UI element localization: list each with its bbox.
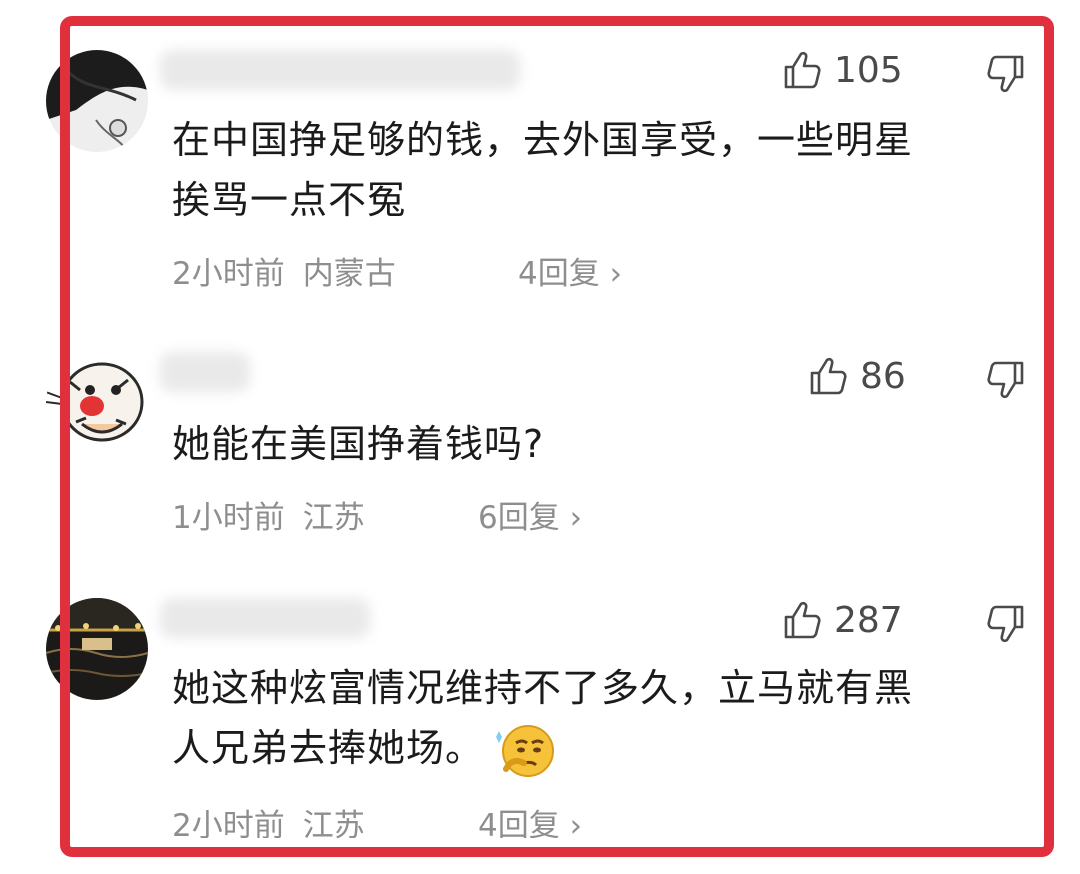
comment-meta-3: 2小时前 江苏 4回复 ›	[172, 800, 582, 838]
comment-meta-1: 2小时前 内蒙古 4回复 ›	[172, 248, 622, 293]
username-2-blurred[interactable]	[160, 352, 250, 392]
replies-link-1[interactable]: 4回复 ›	[518, 248, 622, 293]
comment-text-line: 人兄弟去捧她场。	[172, 726, 485, 770]
thumbs-up-icon	[784, 601, 821, 639]
avatar-3[interactable]	[46, 598, 148, 700]
replies-link-3[interactable]: 4回复 ›	[478, 800, 582, 838]
thinking-emoji	[496, 724, 555, 777]
thumbs-up-icon	[810, 357, 847, 395]
thumbs-down-icon[interactable]	[984, 358, 1028, 402]
like-count-2: 86	[860, 355, 906, 397]
like-button-2[interactable]: 86	[806, 354, 906, 398]
like-button-1[interactable]: 105	[780, 48, 903, 92]
location: 江苏	[302, 808, 365, 838]
comment-text-line: 在中国挣足够的钱，去外国享受，一些明星	[172, 118, 914, 162]
comment-text-1: 在中国挣足够的钱，去外国享受，一些明星 挨骂一点不冤	[172, 112, 1032, 228]
replies-link-2[interactable]: 6回复 ›	[478, 492, 582, 537]
username-1-blurred[interactable]	[160, 50, 520, 90]
thumbs-down-icon[interactable]	[984, 52, 1028, 96]
comment-text-3: 她这种炫富情况维持不了多久，立马就有黑 人兄弟去捧她场。	[172, 660, 1032, 781]
timestamp: 1小时前	[172, 500, 285, 536]
comment-text-line-with-emoji: 人兄弟去捧她场。	[172, 720, 1032, 781]
location: 内蒙古	[302, 256, 396, 292]
thumbs-down-icon[interactable]	[984, 602, 1028, 646]
like-count-1: 105	[834, 49, 903, 91]
avatar-1[interactable]	[46, 50, 148, 152]
comment-text-2: 她能在美国挣着钱吗?	[172, 416, 1032, 472]
thumbs-up-icon	[784, 51, 821, 89]
like-count-3: 287	[834, 599, 903, 641]
username-3-blurred[interactable]	[160, 598, 370, 638]
comment-text-line: 她能在美国挣着钱吗?	[172, 422, 545, 466]
timestamp: 2小时前	[172, 808, 285, 838]
timestamp: 2小时前	[172, 256, 285, 292]
comment-text-line: 挨骂一点不冤	[172, 178, 407, 222]
comment-text-line: 她这种炫富情况维持不了多久，立马就有黑	[172, 666, 914, 710]
location: 江苏	[302, 500, 365, 536]
avatar-2[interactable]	[46, 352, 148, 454]
comment-meta-2: 1小时前 江苏 6回复 ›	[172, 492, 582, 537]
like-button-3[interactable]: 287	[780, 598, 903, 642]
